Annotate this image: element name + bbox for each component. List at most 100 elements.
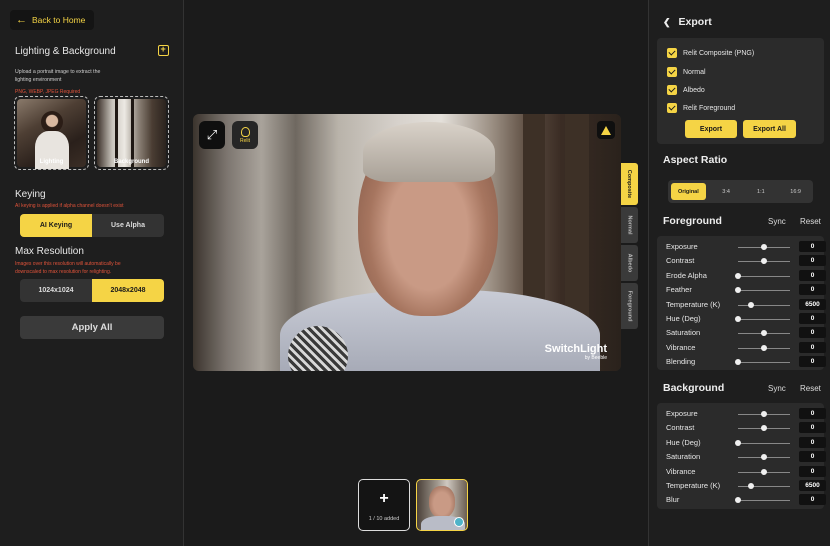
add-image-icon[interactable]: [158, 44, 169, 56]
foreground-slider-row: Blending 0: [666, 356, 826, 368]
back-to-home-button[interactable]: ← Back to Home: [10, 10, 94, 30]
slider-track[interactable]: [738, 319, 790, 320]
slider-value-input[interactable]: 0: [799, 313, 826, 324]
expand-icon[interactable]: ⤢: [199, 121, 225, 149]
export-button[interactable]: Export: [685, 120, 737, 138]
slider-handle[interactable]: [735, 287, 741, 294]
foreground-sync-button[interactable]: Sync: [768, 217, 786, 226]
image-viewer[interactable]: ⤢ Relit SwitchLight by Beeble: [193, 114, 621, 371]
tab-albedo[interactable]: Albedo: [621, 245, 638, 281]
slider-value-input[interactable]: 0: [799, 408, 826, 419]
left-panel: ← Back to Home Lighting & Background Upl…: [0, 0, 184, 546]
checkbox-checked-icon[interactable]: [667, 103, 677, 113]
slider-value-input[interactable]: 0: [799, 465, 826, 477]
res-1024-option[interactable]: 1024x1024: [20, 279, 92, 302]
slider-label: Feather: [666, 285, 692, 295]
foreground-sliders: Exposure 0 Contrast 0 Erode Alpha 0 Feather 0 Te…: [657, 236, 826, 370]
slider-label: Saturation: [666, 452, 701, 462]
warning-icon[interactable]: [597, 121, 615, 139]
background-reset-button[interactable]: Reset: [800, 384, 821, 393]
background-sync-button[interactable]: Sync: [768, 384, 786, 393]
export-option-albedo[interactable]: Albedo: [667, 85, 705, 95]
foreground-title: Foreground: [663, 215, 722, 227]
background-slider-row: Contrast 0: [666, 422, 826, 434]
apply-all-button[interactable]: Apply All: [20, 316, 164, 339]
checkbox-checked-icon[interactable]: [667, 48, 677, 58]
foreground-slider-row: Temperature (K) 6500: [666, 298, 826, 311]
slider-value-input[interactable]: 0: [799, 356, 826, 368]
ai-keying-option[interactable]: AI Keying: [20, 214, 92, 237]
slider-value-input[interactable]: 0: [799, 269, 826, 281]
slider-handle[interactable]: [761, 425, 767, 432]
slider-handle[interactable]: [761, 258, 767, 265]
slider-value-input[interactable]: 0: [799, 494, 826, 506]
background-title: Background: [663, 382, 725, 394]
slider-value-input[interactable]: 0: [799, 422, 826, 434]
slider-handle[interactable]: [761, 468, 767, 475]
slider-value-input[interactable]: 0: [799, 327, 826, 339]
foreground-slider-row: Contrast 0: [666, 255, 826, 267]
slider-value-input[interactable]: 6500: [799, 298, 826, 310]
lighting-image: [17, 99, 86, 169]
export-all-button[interactable]: Export All: [743, 120, 796, 138]
export-option-composite[interactable]: Relit Composite (PNG): [667, 48, 754, 58]
tab-foreground[interactable]: Foreground: [621, 283, 638, 329]
format-note: PNG, WEBP, JPEG Required: [15, 89, 81, 95]
slider-label: Temperature (K): [666, 481, 721, 490]
tab-composite[interactable]: Composite: [621, 163, 638, 205]
slider-handle[interactable]: [735, 359, 741, 366]
aspect-1-1[interactable]: 1:1: [744, 180, 779, 203]
slider-value-input[interactable]: 0: [799, 284, 826, 296]
keying-title: Keying: [15, 189, 46, 200]
slider-value-input[interactable]: 0: [799, 255, 826, 267]
slider-value-input[interactable]: 0: [799, 436, 826, 448]
slider-handle[interactable]: [748, 301, 754, 308]
background-thumbnail[interactable]: Background: [94, 96, 169, 170]
slider-value-input[interactable]: 0: [799, 241, 826, 252]
slider-handle[interactable]: [735, 272, 741, 279]
slider-label: Blending: [666, 357, 696, 367]
export-header[interactable]: ❮ Export: [663, 16, 712, 28]
foreground-reset-button[interactable]: Reset: [800, 217, 821, 226]
checkbox-checked-icon[interactable]: [667, 67, 677, 77]
slider-track[interactable]: [738, 442, 790, 444]
slider-handle[interactable]: [735, 439, 741, 446]
export-option-foreground[interactable]: Relit Foreground: [667, 103, 735, 113]
aspect-3-4[interactable]: 3:4: [709, 180, 744, 203]
checkbox-checked-icon[interactable]: [667, 85, 677, 95]
slider-label: Erode Alpha: [666, 270, 707, 280]
slider-handle[interactable]: [761, 344, 767, 351]
lighting-thumb-label: Lighting: [39, 159, 64, 165]
aspect-original[interactable]: Original: [671, 183, 706, 200]
slider-handle[interactable]: [761, 330, 767, 337]
slider-handle[interactable]: [761, 411, 767, 417]
slider-track[interactable]: [738, 486, 790, 487]
slider-track[interactable]: [738, 275, 790, 277]
slider-track[interactable]: [738, 362, 790, 364]
tab-normal[interactable]: Normal: [621, 207, 638, 243]
slider-label: Blur: [666, 495, 680, 505]
slider-track[interactable]: [738, 500, 790, 502]
lighting-description: Upload a portrait image to extract the l…: [15, 69, 101, 83]
slider-value-input[interactable]: 0: [799, 341, 826, 353]
slider-handle[interactable]: [761, 244, 767, 250]
relit-button[interactable]: Relit: [232, 121, 258, 149]
slider-handle[interactable]: [761, 454, 767, 461]
slider-handle[interactable]: [735, 316, 741, 322]
export-option-normal[interactable]: Normal: [667, 67, 706, 77]
slider-value-input[interactable]: 6500: [799, 480, 826, 491]
slider-track[interactable]: [738, 304, 790, 306]
slider-value-input[interactable]: 0: [799, 451, 826, 463]
lighting-thumbnail[interactable]: Lighting: [14, 96, 89, 170]
foreground-slider-row: Hue (Deg) 0: [666, 313, 826, 325]
aspect-16-9[interactable]: 16:9: [778, 180, 813, 203]
slider-handle[interactable]: [735, 497, 741, 504]
use-alpha-option[interactable]: Use Alpha: [92, 214, 164, 237]
slider-handle[interactable]: [748, 483, 754, 489]
aspect-ratio-control: Original 3:4 1:1 16:9: [668, 180, 813, 203]
slider-track[interactable]: [738, 290, 790, 292]
add-media-button[interactable]: + 1 / 10 added: [358, 479, 410, 531]
slider-label: Temperature (K): [666, 299, 721, 309]
res-2048-option[interactable]: 2048x2048: [92, 279, 164, 302]
media-thumbnail[interactable]: [416, 479, 468, 531]
